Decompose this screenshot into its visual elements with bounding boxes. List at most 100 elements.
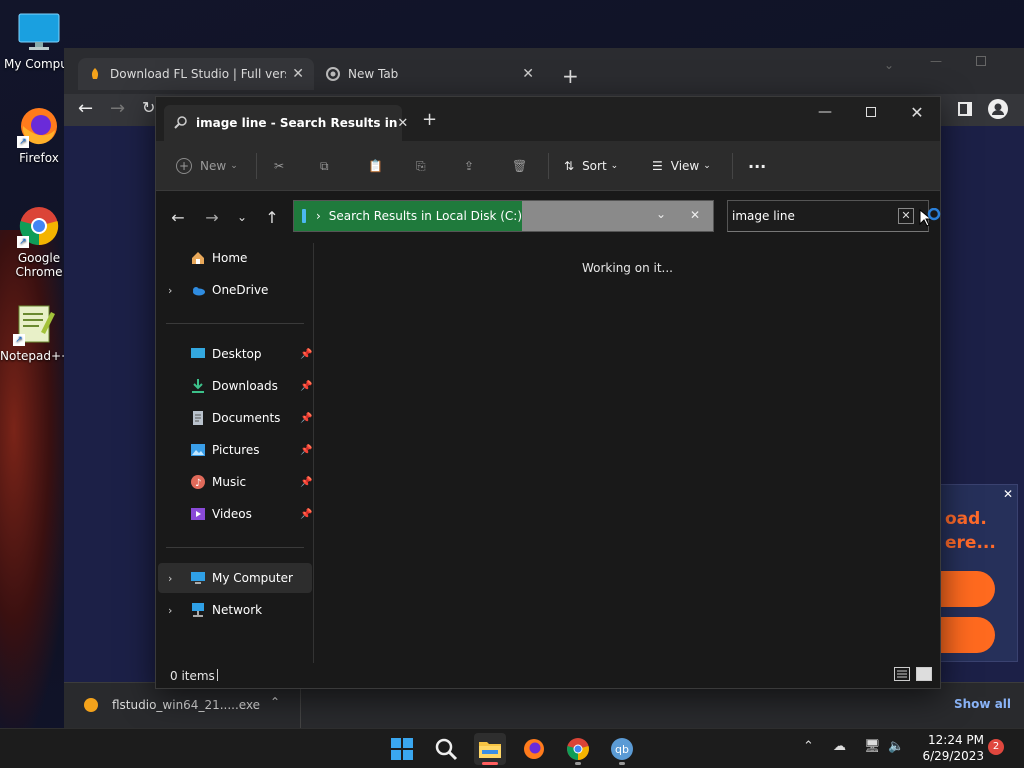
paste-icon[interactable]: 📋	[368, 153, 383, 179]
svg-text:♪: ♪	[195, 478, 201, 489]
address-path: Search Results in Local Disk (C:)	[328, 209, 522, 223]
ad-download-button[interactable]	[941, 571, 995, 607]
nav-item-label: My Computer	[212, 571, 293, 585]
chevron-down-icon: ⌄	[230, 161, 238, 171]
taskbar-file-explorer-icon[interactable]	[474, 733, 506, 765]
new-tab-plus-icon[interactable]: +	[562, 64, 579, 88]
sort-button[interactable]: ⇅ Sort ⌄	[564, 153, 618, 179]
nav-item-desktop[interactable]: Desktop 📌	[158, 339, 312, 369]
reload-icon[interactable]: ↻	[142, 98, 155, 117]
profile-avatar[interactable]	[988, 99, 1008, 119]
taskbar-firefox-icon[interactable]	[518, 733, 550, 765]
network-status-icon[interactable]: 🖥	[864, 739, 881, 754]
close-icon[interactable]: ✕	[397, 116, 408, 131]
browser-tab-label: Download FL Studio | Full version	[110, 67, 286, 81]
pin-icon[interactable]: 📌	[300, 413, 312, 424]
browser-tab-bar: Download FL Studio | Full version ✕ New …	[64, 48, 1024, 94]
chevron-right-icon[interactable]: ›	[168, 604, 172, 617]
pin-icon[interactable]: 📌	[300, 349, 312, 360]
address-progress-fill: › Search Results in Local Disk (C:)	[294, 201, 522, 231]
download-arrow-icon	[190, 378, 206, 394]
results-pane[interactable]: Working on it...	[315, 243, 940, 663]
explorer-title-bar: image line - Search Results in ✕ + — ✕	[156, 97, 940, 141]
browser-tab-flstudio[interactable]: Download FL Studio | Full version ✕	[78, 58, 314, 90]
nav-item-onedrive[interactable]: › OneDrive	[158, 275, 312, 305]
details-view-icon[interactable]	[894, 667, 910, 681]
pin-icon[interactable]: 📌	[300, 445, 312, 456]
close-icon[interactable]: ✕	[522, 66, 534, 82]
back-arrow-icon[interactable]: ←	[78, 98, 93, 119]
new-button[interactable]: + New ⌄	[176, 153, 238, 179]
window-close-icon[interactable]: ✕	[894, 97, 940, 127]
nav-item-my-computer[interactable]: › My Computer	[158, 563, 312, 593]
flstudio-icon	[84, 698, 98, 712]
document-icon	[190, 410, 206, 426]
minimize-icon[interactable]: —	[802, 97, 848, 127]
forward-arrow-icon[interactable]: →	[200, 205, 224, 229]
sort-icon: ⇅	[564, 159, 575, 173]
stop-search-close-icon[interactable]: ✕	[690, 208, 700, 222]
more-options-icon[interactable]: ···	[748, 153, 766, 179]
address-dropdown-chevron-icon[interactable]: ⌄	[656, 207, 666, 221]
nav-item-documents[interactable]: Documents 📌	[158, 403, 312, 433]
address-bar[interactable]: › Search Results in Local Disk (C:) ⌄ ✕	[293, 200, 714, 232]
nav-item-pictures[interactable]: Pictures 📌	[158, 435, 312, 465]
download-filename[interactable]: flstudio_win64_21.....exe	[112, 698, 260, 712]
nav-item-label: OneDrive	[212, 283, 269, 297]
nav-item-network[interactable]: › Network	[158, 595, 312, 625]
pin-icon[interactable]: 📌	[300, 509, 312, 520]
rename-icon[interactable]: ⎘	[416, 153, 426, 179]
status-bar: 0 items	[156, 663, 940, 688]
nav-item-label: Pictures	[212, 443, 260, 457]
side-panel-icon[interactable]	[958, 102, 972, 116]
notification-badge[interactable]: 2	[988, 739, 1004, 755]
nav-item-label: Downloads	[212, 379, 278, 393]
cut-icon[interactable]: ✂	[274, 153, 284, 179]
tab-search-chevron-icon[interactable]: ⌄	[884, 58, 894, 72]
nav-item-home[interactable]: Home	[158, 243, 312, 273]
pin-icon[interactable]: 📌	[300, 381, 312, 392]
show-hidden-icons-chevron-icon[interactable]: ⌃	[803, 739, 814, 754]
taskbar-chrome-icon[interactable]	[562, 733, 594, 765]
taskbar-clock[interactable]: 12:24 PM 6/29/2023	[918, 732, 984, 764]
delete-icon[interactable]: 🗑	[512, 153, 527, 179]
volume-icon[interactable]: 🔈	[888, 739, 904, 754]
chevron-right-icon[interactable]: ›	[168, 284, 172, 297]
recent-locations-chevron-icon[interactable]: ⌄	[230, 205, 254, 229]
taskbar-search-icon[interactable]	[430, 733, 462, 765]
copy-icon[interactable]: ⧉	[320, 153, 329, 179]
nav-item-downloads[interactable]: Downloads 📌	[158, 371, 312, 401]
desktop-icon-notepadpp[interactable]: ↗ Notepad++	[0, 302, 71, 363]
view-button[interactable]: ☰ View ⌄	[652, 153, 711, 179]
show-all-link[interactable]: Show all	[954, 697, 1011, 711]
search-box[interactable]: ✕	[727, 200, 929, 232]
running-indicator	[619, 762, 625, 765]
start-windows-icon[interactable]	[386, 733, 418, 765]
back-arrow-icon[interactable]: ←	[166, 205, 190, 229]
search-input[interactable]	[732, 206, 892, 226]
nav-item-videos[interactable]: Videos 📌	[158, 499, 312, 529]
forward-arrow-icon[interactable]: →	[110, 98, 125, 119]
taskbar-qbittorrent-icon[interactable]: qb	[606, 733, 638, 765]
share-icon[interactable]: ⇪	[464, 153, 474, 179]
clear-search-close-icon[interactable]: ✕	[898, 208, 914, 224]
large-icons-view-icon[interactable]	[916, 667, 932, 681]
new-button-label: New	[200, 159, 227, 173]
onedrive-offline-icon[interactable]: ☁	[833, 739, 846, 754]
add-tab-plus-icon[interactable]: +	[422, 109, 437, 130]
chevron-up-icon[interactable]: ⌃	[270, 695, 280, 709]
browser-minimize-icon[interactable]: —	[930, 54, 942, 68]
explorer-tab-search-results[interactable]: image line - Search Results in ✕	[164, 105, 408, 141]
pin-icon[interactable]: 📌	[300, 477, 312, 488]
shortcut-arrow-icon: ↗	[13, 334, 25, 346]
ad-popup[interactable]: ✕ oad. ere...	[940, 484, 1018, 662]
maximize-icon[interactable]	[848, 97, 894, 127]
close-icon[interactable]: ✕	[292, 66, 304, 82]
chevron-right-icon[interactable]: ›	[168, 572, 172, 585]
close-icon[interactable]: ✕	[1003, 487, 1013, 501]
browser-maximize-icon[interactable]	[976, 56, 986, 66]
ad-secondary-button[interactable]	[941, 617, 995, 653]
browser-tab-new-tab[interactable]: New Tab ✕	[316, 58, 544, 90]
nav-item-music[interactable]: ♪ Music 📌	[158, 467, 312, 497]
up-arrow-icon[interactable]: ↑	[260, 205, 284, 229]
